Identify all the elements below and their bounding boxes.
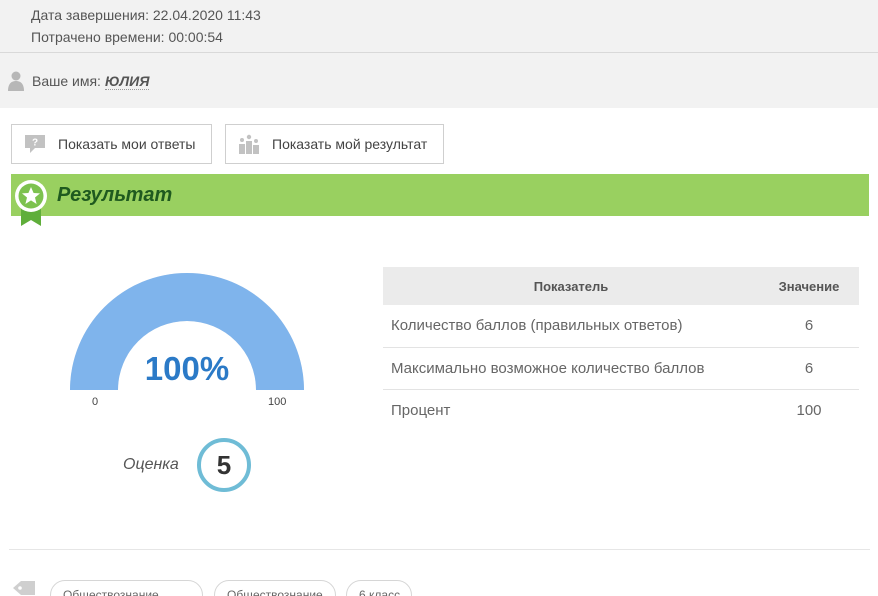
grade-label: Оценка xyxy=(123,456,179,473)
question-bubble-icon: ? xyxy=(25,135,45,153)
completion-label: Дата завершения: xyxy=(31,7,149,23)
completion-date: Дата завершения: 22.04.2020 11:43 xyxy=(31,7,261,23)
show-result-label: Показать мой результат xyxy=(272,136,428,152)
gauge-percent: 100% xyxy=(144,350,230,387)
column-header-indicator: Показатель xyxy=(383,267,759,305)
show-answers-label: Показать мои ответы xyxy=(58,136,196,152)
row-indicator: Процент xyxy=(391,401,451,419)
user-name[interactable]: ЮЛИЯ xyxy=(104,73,150,90)
table-row: Процент 100 xyxy=(383,389,859,431)
result-table: Показатель Значение Количество баллов (п… xyxy=(383,267,859,431)
row-indicator: Максимально возможное количество баллов xyxy=(383,347,759,390)
completion-value: 22.04.2020 11:43 xyxy=(152,7,261,23)
user-icon xyxy=(8,71,24,91)
column-header-value: Значение xyxy=(759,267,859,305)
divider xyxy=(9,549,870,550)
result-title: Результат xyxy=(57,184,173,206)
time-spent: Потрачено времени: 00:00:54 xyxy=(31,29,223,45)
show-answers-button[interactable]: ? Показать мои ответы xyxy=(11,124,212,164)
table-header-row: Показатель Значение xyxy=(383,267,859,305)
summary-panel: Дата завершения: 22.04.2020 11:43 Потрач… xyxy=(0,0,878,108)
table-row: Количество баллов (правильных ответов) 6 xyxy=(383,305,859,348)
time-value: 00:00:54 xyxy=(168,29,223,45)
row-value: 6 xyxy=(759,347,859,390)
tag-link[interactable]: 6 класс xyxy=(346,580,412,596)
gauge-min-label: 0 xyxy=(92,396,99,408)
gauge-max-label: 100 xyxy=(268,396,287,408)
table-row: Максимально возможное количество баллов … xyxy=(383,347,859,390)
user-row: Ваше имя: ЮЛИЯ xyxy=(8,70,150,92)
svg-text:?: ? xyxy=(32,138,38,149)
show-result-button[interactable]: Показать мой результат xyxy=(225,124,444,164)
tag-icon xyxy=(13,581,35,595)
row-value: 6 xyxy=(759,305,859,348)
row-value: 100 xyxy=(796,401,822,419)
podium-icon xyxy=(239,134,259,154)
row-indicator: Количество баллов (правильных ответов) xyxy=(383,305,759,348)
divider xyxy=(0,52,878,53)
tag-link[interactable]: Обществознание xyxy=(50,580,203,596)
award-ribbon-icon xyxy=(15,180,47,226)
grade-badge: 5 xyxy=(197,438,251,492)
time-label: Потрачено времени: xyxy=(31,29,165,45)
tag-link[interactable]: Обществознание xyxy=(214,580,336,596)
user-label: Ваше имя: xyxy=(32,73,101,89)
